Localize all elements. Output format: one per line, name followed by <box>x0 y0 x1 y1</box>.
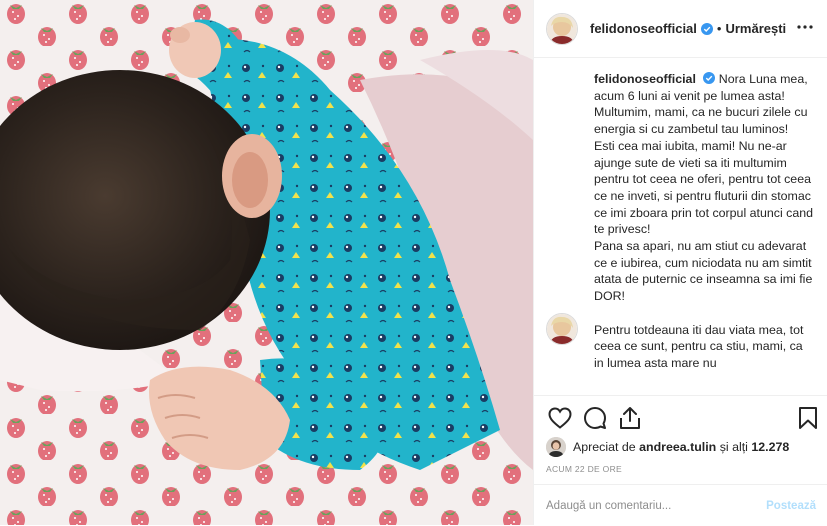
liker-avatar[interactable] <box>546 437 566 457</box>
comment-input[interactable] <box>546 499 767 512</box>
caption-username[interactable]: felidonoseofficial <box>594 72 696 86</box>
action-icons-row <box>546 404 820 434</box>
author-avatar[interactable] <box>546 12 578 45</box>
heart-icon <box>548 407 572 429</box>
save-button[interactable] <box>794 404 822 432</box>
add-comment-bar: Postează <box>534 484 827 526</box>
post-actions: Apreciat de andreea.tulin și alți 12.278… <box>534 395 827 525</box>
caption-text: felidonoseofficial Nora Luna mea, acum 6… <box>594 71 814 372</box>
like-button[interactable] <box>546 404 574 432</box>
caption-paragraph-3: Pana sa apari, nu am stiut cu adevarat c… <box>594 239 813 304</box>
sleeping-baby-photo <box>0 0 533 525</box>
likes-count[interactable]: 12.278 <box>751 440 789 454</box>
post-timestamp[interactable]: ACUM 22 DE ORE <box>546 464 622 474</box>
post-header: felidonoseofficial • Urmărești <box>534 0 827 58</box>
first-liker-username[interactable]: andreea.tulin <box>639 440 716 454</box>
caption-paragraph-1: felidonoseofficial Nora Luna mea, acum 6… <box>594 71 814 138</box>
post-sidebar: felidonoseofficial • Urmărești felidonos… <box>533 0 827 525</box>
caption-avatar-column <box>546 71 578 372</box>
liker-avatar-image <box>546 437 566 457</box>
comment-icon <box>584 407 606 429</box>
avatar-image <box>547 314 577 344</box>
author-username[interactable]: felidonoseofficial <box>590 21 697 36</box>
separator-dot: • <box>716 21 722 36</box>
likes-prefix: Apreciat de <box>573 440 640 454</box>
bookmark-icon <box>799 407 817 429</box>
post-photo[interactable] <box>0 0 533 525</box>
more-options-icon <box>797 25 813 29</box>
likes-middle: și alți <box>716 440 752 454</box>
verified-badge-icon <box>703 72 716 84</box>
verified-badge-icon <box>700 22 713 35</box>
likes-summary: Apreciat de andreea.tulin și alți 12.278 <box>546 437 789 457</box>
following-button[interactable]: Urmărești <box>725 21 786 36</box>
share-button[interactable] <box>616 404 644 432</box>
comments-area[interactable]: felidonoseofficial Nora Luna mea, acum 6… <box>534 59 827 395</box>
avatar-image <box>547 13 577 44</box>
post-comment-button[interactable]: Postează <box>766 500 816 512</box>
comment-button[interactable] <box>581 404 609 432</box>
instagram-post: felidonoseofficial • Urmărești felidonos… <box>0 0 827 525</box>
more-options-button[interactable] <box>792 14 818 40</box>
caption-comment: felidonoseofficial Nora Luna mea, acum 6… <box>546 71 814 372</box>
caption-paragraph-4: Pentru totdeauna iti dau viata mea, tot … <box>594 322 804 370</box>
caption-avatar[interactable] <box>546 313 578 345</box>
share-icon <box>620 407 640 429</box>
caption-paragraph-2: Esti cea mai iubita, mami! Nu ne-ar ajun… <box>594 138 814 237</box>
